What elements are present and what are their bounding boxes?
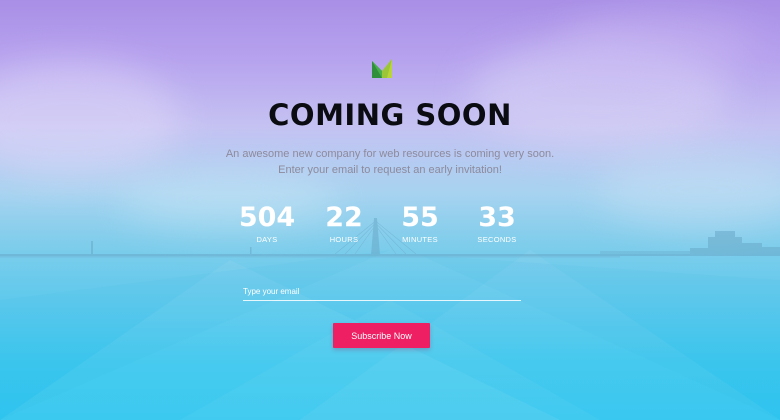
countdown-hours-value: 22 (325, 202, 363, 233)
page-title: COMING SOON (268, 98, 512, 132)
countdown-minutes: 55 MINUTES (380, 202, 460, 245)
countdown-days-label: DAYS (256, 235, 278, 244)
countdown-seconds-label: SECONDS (477, 235, 517, 244)
countdown-seconds: 33 SECONDS (457, 202, 537, 245)
m-logo-icon (372, 59, 392, 78)
subtitle-line: An awesome new company for web resources… (225, 148, 555, 160)
page-subtitle: An awesome new company for web resources… (0, 146, 780, 178)
email-input[interactable] (243, 283, 521, 301)
countdown-minutes-label: MINUTES (402, 235, 438, 244)
countdown-timer: 504 DAYS 22 HOURS 55 MINUTES 33 SECONDS (226, 203, 556, 251)
countdown-hours: 22 HOURS (304, 202, 384, 245)
countdown-seconds-value: 33 (478, 202, 516, 233)
countdown-minutes-value: 55 (401, 202, 439, 233)
countdown-hours-label: HOURS (329, 235, 359, 244)
subtitle-line: Enter your email to request an early inv… (278, 164, 502, 176)
countdown-days-value: 504 (238, 202, 296, 233)
subscribe-button[interactable]: Subscribe Now (333, 323, 430, 348)
coming-soon-page: COMING SOON An awesome new company for w… (0, 0, 780, 420)
countdown-days: 504 DAYS (227, 202, 307, 245)
